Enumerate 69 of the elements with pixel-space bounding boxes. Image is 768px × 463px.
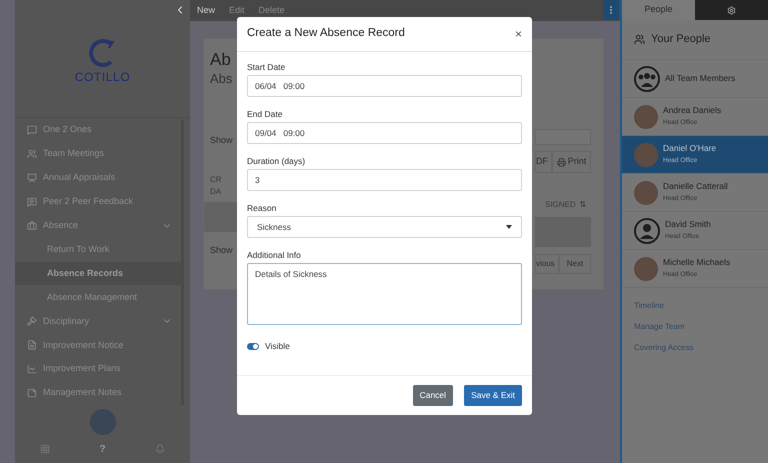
column-header: DA — [210, 186, 222, 198]
page-subtitle: Abs — [210, 71, 234, 87]
input-field[interactable]: 09/04 09:00 — [247, 122, 522, 144]
field-label: Additional Info — [247, 249, 302, 262]
avatar-photo-placeholder — [634, 256, 658, 280]
column-header: CR — [210, 174, 223, 186]
save-button[interactable]: Save & Exit — [464, 385, 522, 406]
your-people-heading: Your People — [651, 32, 711, 48]
toolbar-action[interactable]: Edit — [229, 4, 245, 18]
gavel-icon — [27, 316, 37, 326]
user-avatar-icon — [634, 218, 660, 244]
field-label: End Date — [247, 108, 284, 121]
avatar-photo-placeholder — [634, 142, 658, 166]
field-label: Start Date — [247, 61, 286, 74]
chat-icon — [27, 124, 37, 135]
kebab-menu-button[interactable] — [603, 0, 619, 20]
page-title: Ab — [210, 49, 232, 71]
column-header: SIGNED — [545, 199, 576, 211]
visible-toggle[interactable] — [247, 342, 259, 350]
document-icon — [27, 340, 37, 350]
avatar-photo-placeholder — [634, 104, 658, 128]
field-label: Duration (days) — [247, 155, 306, 168]
dropdown-caret-icon — [506, 225, 512, 229]
sort-icon: ⇅ — [580, 199, 587, 211]
group-avatar-icon — [634, 66, 660, 92]
notifications-icon[interactable] — [155, 444, 166, 454]
people-icon — [634, 34, 645, 45]
input-field[interactable]: 3 — [247, 169, 522, 191]
previous-button[interactable]: vious — [535, 254, 559, 274]
line-chart-icon — [27, 364, 37, 374]
toolbar-action[interactable]: Delete — [258, 4, 285, 18]
person-name: Danielle Catterall — [663, 180, 728, 193]
textarea-field[interactable]: Details of Sickness — [247, 263, 522, 325]
people-icon — [27, 148, 37, 159]
message-icon — [27, 196, 37, 207]
help-icon[interactable]: ? — [99, 442, 106, 456]
toggle-label: Visible — [265, 340, 290, 353]
apps-grid-icon[interactable] — [40, 444, 50, 454]
input-field[interactable]: 06/04 09:00 — [247, 75, 522, 97]
show-entries-text: Show — [210, 134, 234, 147]
toolbar-action[interactable]: New — [197, 4, 216, 18]
avatar-photo-placeholder — [634, 180, 658, 204]
person-name: David Smith — [665, 218, 711, 231]
next-button[interactable]: Next — [559, 254, 591, 274]
export-button[interactable]: DF — [535, 151, 552, 173]
person-name: All Team Members — [665, 72, 736, 85]
modal-title: Create a New Absence Record — [247, 26, 405, 42]
briefcase-icon — [27, 220, 37, 231]
person-name: Andrea Daniels — [663, 104, 722, 117]
panel-link[interactable]: Timeline — [634, 300, 768, 312]
person-name: Daniel O'Hare — [663, 142, 716, 155]
settings-icon — [727, 6, 736, 14]
settings-tab[interactable] — [695, 0, 768, 20]
cancel-button[interactable]: Cancel — [412, 385, 454, 406]
sidebar-item[interactable]: Absence Records — [15, 262, 182, 286]
close-button[interactable]: × — [514, 25, 522, 43]
note-icon — [27, 388, 37, 398]
presentation-icon — [27, 172, 37, 183]
field-label: Reason — [247, 202, 278, 215]
show-entries-text: Show — [210, 244, 234, 256]
profile-photo-placeholder[interactable] — [90, 409, 116, 435]
panel-link[interactable]: Manage Team — [634, 321, 768, 333]
print-button[interactable]: Print — [552, 151, 591, 173]
person-name: Michelle Michaels — [663, 256, 730, 269]
logo-text: COTILLO — [74, 69, 130, 86]
person-row[interactable]: All Team Members — [622, 60, 768, 98]
panel-link[interactable]: Covering Access — [634, 342, 768, 354]
select-field[interactable]: Sickness — [247, 216, 522, 238]
print-icon — [556, 158, 566, 166]
